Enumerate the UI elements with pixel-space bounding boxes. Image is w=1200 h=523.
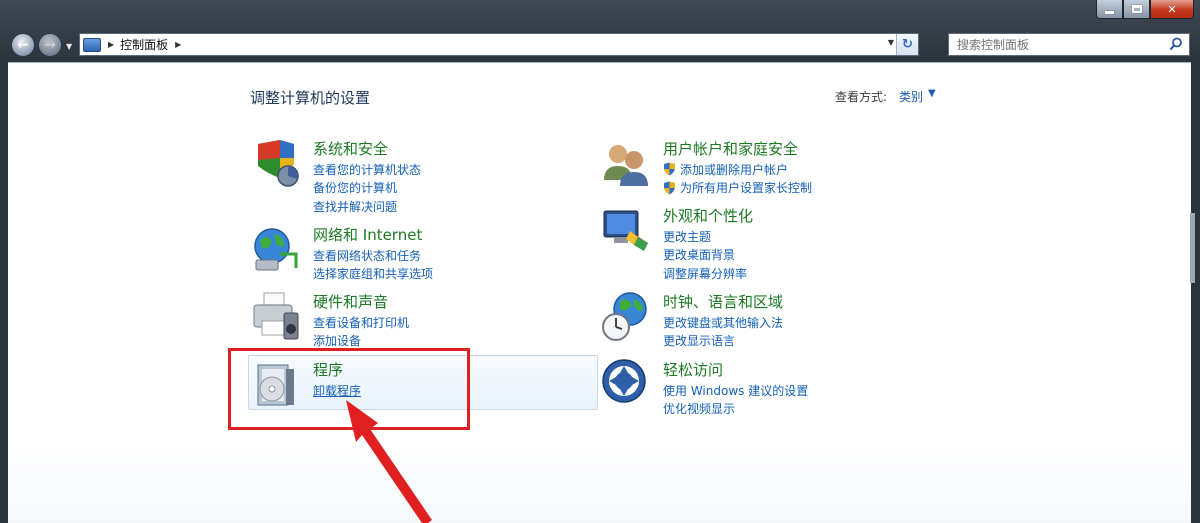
link-add-remove-accounts[interactable]: 添加或删除用户帐户 <box>663 160 812 179</box>
minimize-icon <box>1105 10 1114 14</box>
category-title[interactable]: 系统和安全 <box>313 138 388 159</box>
category-links: 添加或删除用户帐户 为所有用户设置家长控制 <box>663 160 812 197</box>
clock-globe-icon[interactable] <box>600 291 652 343</box>
navigation-bar: ← → ▼ ▶ 控制面板 ▶ ▼ ↻ <box>0 30 1200 62</box>
maximize-button[interactable] <box>1123 0 1150 19</box>
category-title[interactable]: 硬件和声音 <box>313 291 388 312</box>
category-title[interactable]: 轻松访问 <box>663 359 723 380</box>
arrow-left-icon: ← <box>17 37 29 53</box>
link-devices-printers[interactable]: 查看设备和打印机 <box>313 313 409 332</box>
users-icon[interactable] <box>600 138 652 190</box>
link-keyboard-input[interactable]: 更改键盘或其他输入法 <box>663 313 783 332</box>
link-view-computer-status[interactable]: 查看您的计算机状态 <box>313 160 421 179</box>
address-bar[interactable]: ▶ 控制面板 ▶ ▼ ↻ <box>79 33 919 56</box>
control-panel-icon <box>83 37 101 52</box>
link-backup-computer[interactable]: 备份您的计算机 <box>313 179 421 198</box>
view-by-label: 查看方式: <box>835 90 888 104</box>
breadcrumb-chevron-icon[interactable]: ▶ <box>108 40 114 49</box>
category-title[interactable]: 外观和个性化 <box>663 205 753 226</box>
link-network-status[interactable]: 查看网络状态和任务 <box>313 246 433 265</box>
window-controls: ✕ <box>1096 0 1194 20</box>
network-globe-icon[interactable] <box>250 224 302 276</box>
category-title[interactable]: 用户帐户和家庭安全 <box>663 138 798 159</box>
shield-icon[interactable] <box>250 138 302 190</box>
printer-icon[interactable] <box>250 291 302 343</box>
search-icon[interactable] <box>1169 37 1183 51</box>
close-button[interactable]: ✕ <box>1150 0 1194 19</box>
category-links: 使用 Windows 建议的设置 优化视频显示 <box>663 381 808 418</box>
link-recommended-settings[interactable]: 使用 Windows 建议的设置 <box>663 381 808 400</box>
uac-shield-icon <box>664 181 675 195</box>
recent-pages-dropdown[interactable]: ▼ <box>66 42 72 51</box>
monitor-palette-icon[interactable] <box>600 205 652 257</box>
link-troubleshoot[interactable]: 查找并解决问题 <box>313 197 421 216</box>
accessibility-icon[interactable] <box>600 359 652 411</box>
arrow-right-icon: → <box>44 37 56 53</box>
category-title[interactable]: 网络和 Internet <box>313 224 422 245</box>
link-parental-controls[interactable]: 为所有用户设置家长控制 <box>663 179 812 198</box>
link-text: 为所有用户设置家长控制 <box>680 181 813 196</box>
view-by-dropdown[interactable]: 类别 <box>899 88 923 105</box>
category-links: 更改键盘或其他输入法 更改显示语言 <box>663 313 783 350</box>
forward-button[interactable]: → <box>38 33 62 57</box>
uac-shield-icon <box>664 162 675 176</box>
category-links: 查看网络状态和任务 选择家庭组和共享选项 <box>313 246 433 283</box>
refresh-button[interactable]: ↻ <box>896 34 918 55</box>
breadcrumb-control-panel[interactable]: 控制面板 <box>120 36 168 53</box>
search-box <box>948 33 1190 56</box>
maximize-icon <box>1131 5 1142 13</box>
link-display-language[interactable]: 更改显示语言 <box>663 332 783 351</box>
refresh-icon: ↻ <box>902 37 913 52</box>
chevron-down-icon[interactable]: ▼ <box>928 88 936 99</box>
breadcrumb-chevron-icon[interactable]: ▶ <box>175 40 181 49</box>
minimize-button[interactable] <box>1096 0 1123 19</box>
back-button[interactable]: ← <box>11 33 35 57</box>
link-change-theme[interactable]: 更改主题 <box>663 227 747 246</box>
search-input[interactable] <box>949 34 1159 55</box>
category-title[interactable]: 时钟、语言和区域 <box>663 291 783 312</box>
page-title: 调整计算机的设置 <box>250 89 371 107</box>
link-optimize-display[interactable]: 优化视频显示 <box>663 400 808 419</box>
category-links: 查看设备和打印机 添加设备 <box>313 313 409 350</box>
link-screen-resolution[interactable]: 调整屏幕分辨率 <box>663 264 747 283</box>
link-homegroup[interactable]: 选择家庭组和共享选项 <box>313 265 433 284</box>
category-links: 更改主题 更改桌面背景 调整屏幕分辨率 <box>663 227 747 283</box>
category-links: 查看您的计算机状态 备份您的计算机 查找并解决问题 <box>313 160 421 216</box>
window-frame: ✕ ← → ▼ ▶ 控制面板 ▶ ▼ ↻ 调整计算机的设置 查看方式: 类别 ▼ <box>0 0 1200 523</box>
title-bar: ✕ <box>0 0 1200 30</box>
close-icon: ✕ <box>1167 2 1177 16</box>
link-text: 添加或删除用户帐户 <box>680 162 789 177</box>
annotation-arrow <box>346 400 432 523</box>
address-dropdown-icon[interactable]: ▼ <box>888 38 894 47</box>
window-edge <box>1190 213 1195 283</box>
link-change-background[interactable]: 更改桌面背景 <box>663 246 747 265</box>
content-pane: 调整计算机的设置 查看方式: 类别 ▼ 系统和安全 查看您的计算机状态 备份您的… <box>8 62 1195 523</box>
